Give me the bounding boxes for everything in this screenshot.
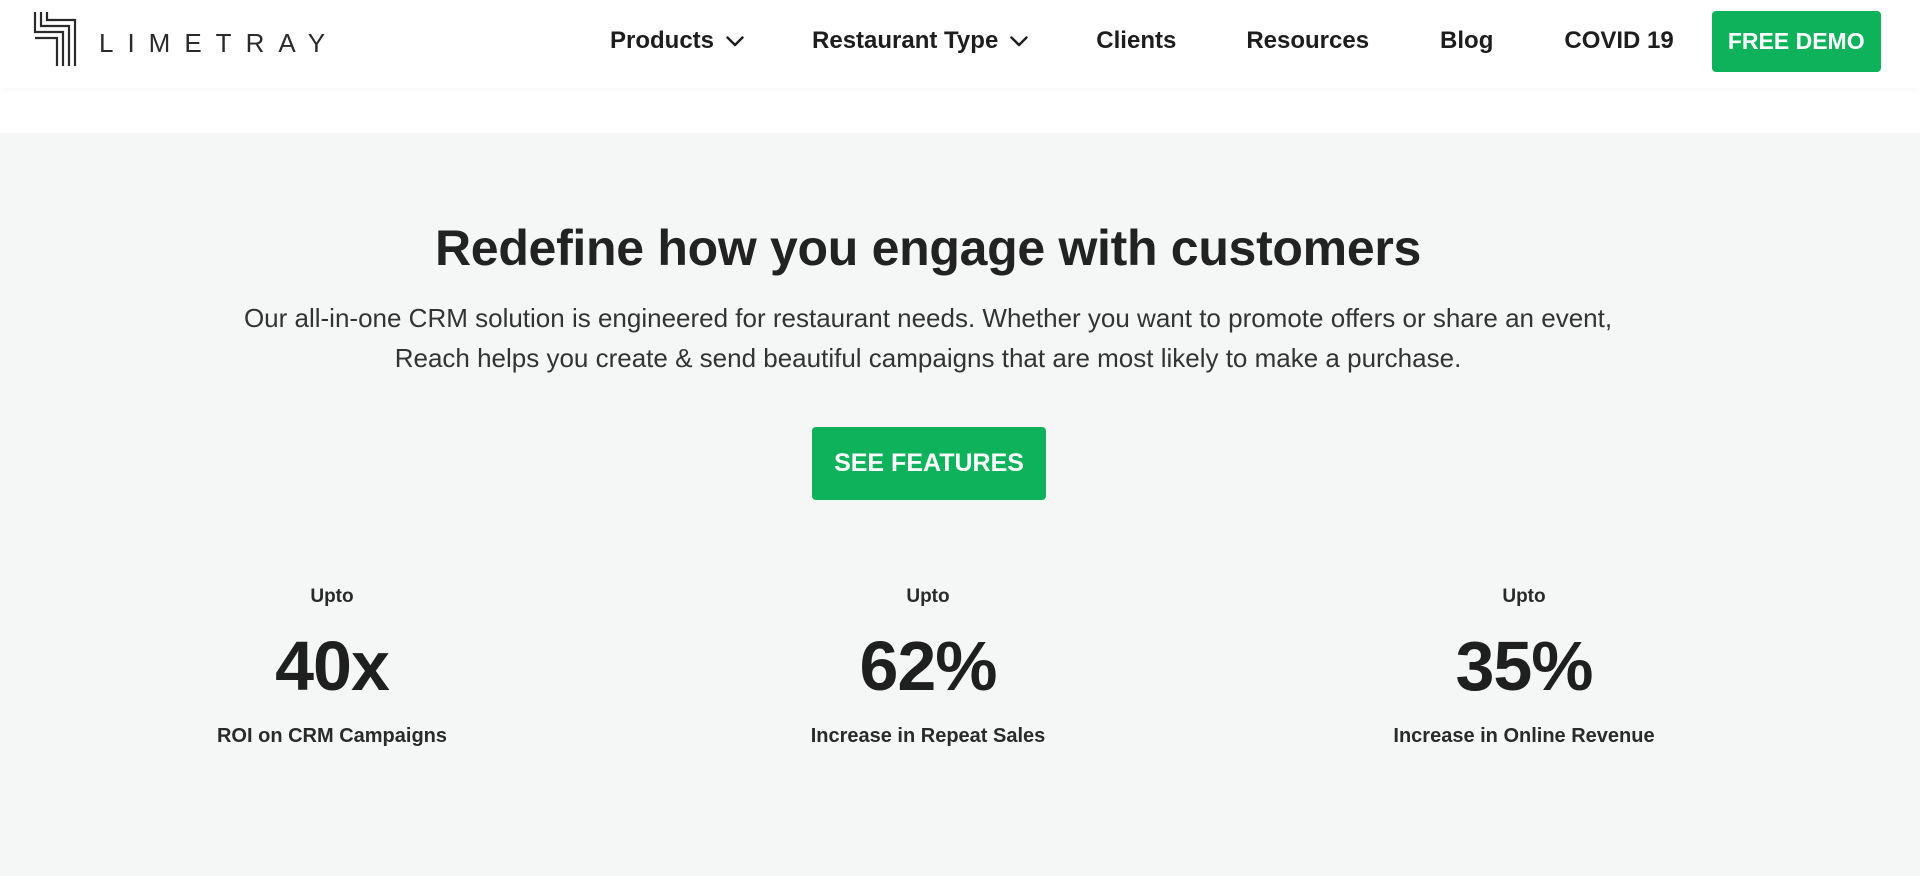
chevron-down-icon [1010, 35, 1028, 46]
stat-online-revenue: Upto 35% Increase in Online Revenue [1314, 585, 1734, 749]
limetray-logo[interactable]: LIMETRAY [33, 10, 339, 68]
stat-value: 62% [859, 627, 997, 705]
hero-title: Redefine how you engage with customers [435, 220, 1421, 276]
logo-wordmark: LIMETRAY [99, 27, 340, 58]
stat-label: ROI on CRM Campaigns [216, 725, 447, 747]
nav-restaurant-type-label: Restaurant Type [812, 27, 999, 54]
nav-resources[interactable]: Resources [1246, 27, 1369, 55]
chevron-down-icon [726, 35, 744, 46]
stat-roi: Upto 40x ROI on CRM Campaigns [122, 585, 542, 749]
stat-label: Increase in Online Revenue [1393, 725, 1655, 747]
limetray-logo-mark-icon [33, 12, 77, 66]
stat-label: Increase in Repeat Sales [810, 725, 1046, 747]
hero-description-line-2: Reach helps you create & send beautiful … [394, 343, 1462, 373]
stat-repeat-sales: Upto 62% Increase in Repeat Sales [718, 585, 1138, 749]
free-demo-button[interactable]: FREE DEMO [1711, 10, 1881, 72]
nav-products-label: Products [610, 27, 715, 54]
nav-clients[interactable]: Clients [1096, 27, 1176, 55]
stat-value: 35% [1455, 627, 1593, 705]
main-navigation: Products Restaurant Type Clients Resourc… [610, 0, 1881, 82]
crm-hero-section: Redefine how you engage with customers O… [0, 133, 1920, 876]
stat-prefix: Upto [310, 586, 354, 607]
top-navbar: LIMETRAY Products Restaurant Type Client… [0, 0, 1920, 88]
nav-restaurant-type[interactable]: Restaurant Type [812, 27, 1028, 55]
hero-description-line-1: Our all-in-one CRM solution is engineere… [243, 303, 1613, 333]
stat-prefix: Upto [1502, 586, 1546, 607]
header-spacer [0, 88, 1920, 133]
hero-description: Our all-in-one CRM solution is engineere… [200, 298, 1656, 378]
stat-value: 40x [275, 627, 390, 705]
see-features-button[interactable]: SEE FEATURES [812, 427, 1046, 500]
nav-blog[interactable]: Blog [1440, 27, 1493, 55]
nav-covid-19[interactable]: COVID 19 [1564, 27, 1673, 55]
nav-products[interactable]: Products [610, 27, 744, 55]
stat-prefix: Upto [906, 586, 950, 607]
